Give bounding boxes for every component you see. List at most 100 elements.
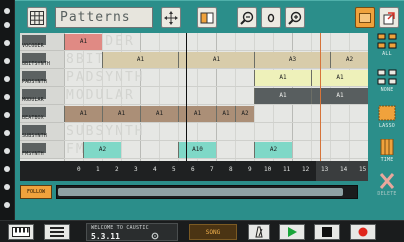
export-button[interactable] <box>379 7 399 28</box>
grid-icon <box>30 10 44 25</box>
track-watermark: SUBSYNTH <box>66 124 145 139</box>
rail-hole <box>4 22 10 28</box>
zoom-out-icon <box>240 11 254 25</box>
track-header[interactable]: MODULAR <box>20 87 64 105</box>
rail-hole <box>4 166 10 172</box>
time-label: TIME <box>380 157 394 163</box>
metronome-icon <box>255 226 263 238</box>
metronome-button[interactable] <box>248 224 270 240</box>
version-text: 5.3.11 <box>91 232 120 241</box>
left-rail <box>0 0 15 220</box>
rail-hole <box>4 58 10 64</box>
welcome-text: WELCOME TO CAUSTIC <box>91 225 149 231</box>
pattern-block[interactable]: A10 <box>178 142 216 158</box>
rail-hole <box>4 202 10 208</box>
orange-panel-button[interactable] <box>355 7 375 28</box>
track-name: 8BITSYNTH <box>22 61 50 67</box>
zoom-in-button[interactable] <box>285 7 305 28</box>
zoom-out-button[interactable] <box>237 7 257 28</box>
record-button[interactable] <box>350 224 376 240</box>
bar-ruler[interactable]: 0 1 2 3 4 5 6 7 8 9 10 11 12 13 14 15 <box>20 161 368 181</box>
ruler-bar-number: 8 <box>229 166 233 173</box>
keyboard-button[interactable] <box>8 224 34 240</box>
track-header[interactable]: PADSYNTH <box>20 69 64 87</box>
pattern-block[interactable]: A2 <box>235 106 254 122</box>
keyboard-icon <box>12 227 30 237</box>
pattern-block[interactable]: A1 <box>102 52 178 68</box>
track-header[interactable]: 8BITSYNTH <box>20 51 64 69</box>
select-none-label: NONE <box>380 87 394 93</box>
rail-hole <box>4 94 10 100</box>
select-none-icon <box>377 69 397 85</box>
move-arrows-icon <box>164 10 178 25</box>
pattern-block[interactable]: A1 <box>102 106 140 122</box>
pattern-block[interactable]: A1 <box>178 106 216 122</box>
track-header[interactable]: BEATBOX <box>20 105 64 123</box>
pattern-block[interactable]: A1 <box>216 106 235 122</box>
pattern-block[interactable]: A1 <box>254 88 311 104</box>
ruler-bar-number: 6 <box>191 166 195 173</box>
play-icon <box>288 227 297 237</box>
ruler-bar-number: 13 <box>321 166 329 173</box>
ruler-bar-number: 5 <box>172 166 176 173</box>
track-name: BEATBOX <box>22 115 44 121</box>
pattern-block[interactable]: A1 <box>140 106 178 122</box>
zoom-reset-button[interactable] <box>261 7 281 28</box>
select-none-button[interactable]: NONE <box>371 69 403 100</box>
lasso-label: LASSO <box>378 123 396 129</box>
pattern-block[interactable]: A1 <box>254 70 311 86</box>
clip-button[interactable] <box>197 7 217 28</box>
track-header[interactable]: SUBSYNTH <box>20 123 64 141</box>
lasso-icon <box>378 105 396 121</box>
ruler-bar-number: 2 <box>115 166 119 173</box>
ruler-bar-number: 12 <box>302 166 310 173</box>
orange-panel-icon <box>359 12 371 23</box>
stop-icon <box>322 227 332 237</box>
ruler-bar-number: 9 <box>248 166 252 173</box>
rail-hole <box>4 130 10 136</box>
select-all-label: ALL <box>382 51 392 57</box>
song-end-marker[interactable] <box>320 33 321 181</box>
timeline-scrollbar[interactable] <box>56 185 358 199</box>
track-name: VOCODER <box>22 43 44 49</box>
pattern-block[interactable]: A1 <box>178 52 254 68</box>
pattern-block[interactable]: A1 <box>64 106 102 122</box>
top-toolbar: Patterns <box>15 1 404 33</box>
track-watermark: MODULAR <box>66 88 135 103</box>
scrollbar-thumb[interactable] <box>58 188 343 196</box>
settings-gear-icon[interactable] <box>151 232 159 240</box>
track-header[interactable]: FMSYNTH <box>20 141 64 159</box>
rail-hole <box>4 148 10 154</box>
select-all-button[interactable]: ALL <box>371 33 403 64</box>
ruler-bar-number: 10 <box>264 166 272 173</box>
playhead[interactable] <box>186 33 187 181</box>
pattern-block[interactable]: A2 <box>330 52 368 68</box>
ruler-bar-number: 14 <box>340 166 348 173</box>
track-header[interactable]: VOCODER <box>20 33 64 51</box>
pattern-block[interactable]: A1 <box>64 34 102 50</box>
grid-button[interactable] <box>27 7 47 28</box>
track-name: PADSYNTH <box>22 79 47 85</box>
move-button[interactable] <box>161 7 181 28</box>
play-button[interactable] <box>279 224 305 240</box>
follow-button[interactable]: FOLLOW <box>20 185 52 199</box>
stop-button[interactable] <box>314 224 340 240</box>
welcome-display: WELCOME TO CAUSTIC 5.3.11 <box>86 223 178 241</box>
ruler-bar-number: 0 <box>77 166 81 173</box>
record-icon <box>358 227 368 237</box>
menu-button[interactable] <box>44 224 70 240</box>
pattern-block[interactable]: A2 <box>83 142 121 158</box>
delete-button[interactable]: DELETE <box>371 173 403 204</box>
pattern-block[interactable]: A3 <box>254 52 330 68</box>
delete-icon <box>379 173 395 189</box>
pattern-grid[interactable]: VOCODERVOCODER8BITSYNTH8BITPADSYNTHPADSY… <box>20 33 368 181</box>
pattern-block[interactable]: A2 <box>254 142 292 158</box>
song-mode-button[interactable]: SONG <box>189 224 237 240</box>
lasso-button[interactable]: LASSO <box>371 105 403 136</box>
time-button[interactable]: TIME <box>371 139 403 170</box>
ruler-bar-number: 4 <box>153 166 157 173</box>
time-icon <box>380 139 394 155</box>
rail-hole <box>4 184 10 190</box>
rail-hole <box>4 112 10 118</box>
bottom-bar: WELCOME TO CAUSTIC 5.3.11 SONG <box>0 220 404 242</box>
